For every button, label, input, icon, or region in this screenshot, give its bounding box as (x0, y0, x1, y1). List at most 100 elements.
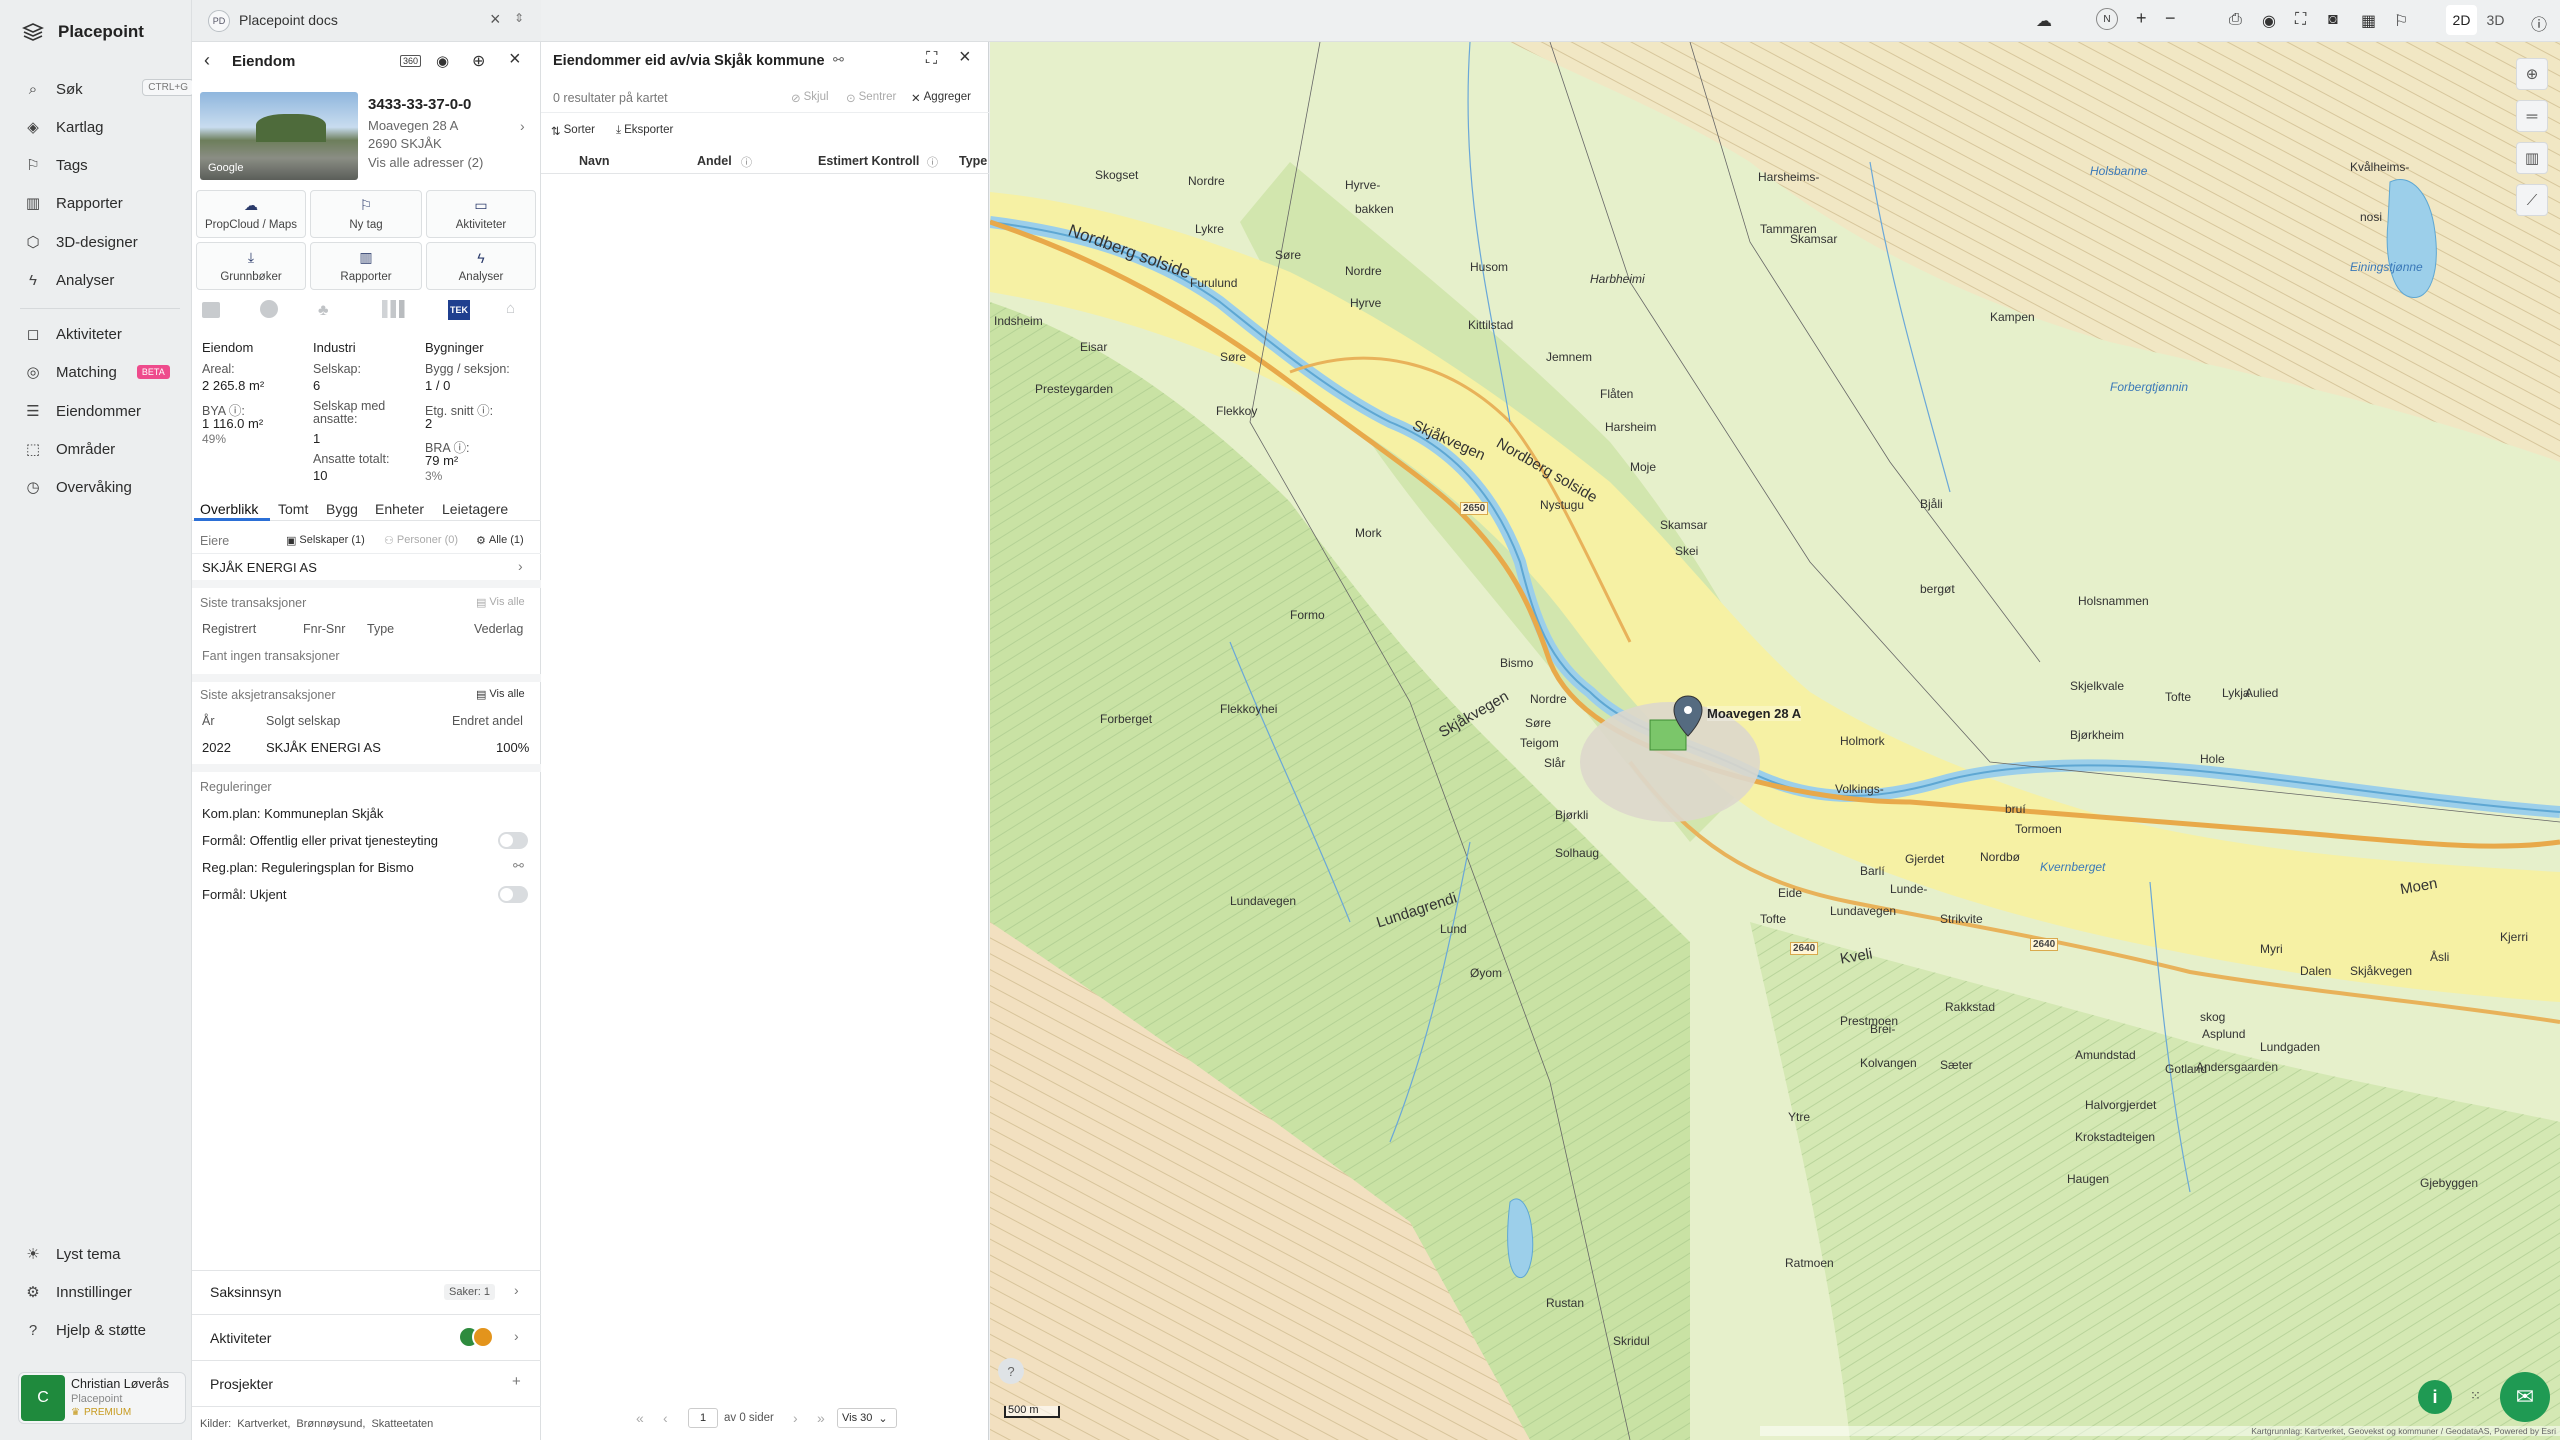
col-andel[interactable]: Andel (697, 154, 732, 168)
mode-2d-button[interactable]: 2D (2446, 5, 2477, 35)
close-icon[interactable]: × (490, 9, 501, 30)
eye-icon[interactable]: ◉ (436, 52, 449, 70)
nav-item-hjelp[interactable]: ? Hjelp & støtte (24, 1318, 184, 1342)
page-size-select[interactable]: Vis 30 ⌄ (837, 1408, 897, 1428)
col-navn[interactable]: Navn (579, 154, 610, 168)
hide-button[interactable]: ⊘ Skjul (791, 91, 829, 105)
nav-item-overvaking[interactable]: ◷ Overvåking (24, 475, 184, 499)
next-page-icon[interactable]: › (793, 1410, 798, 1426)
street-view-image[interactable]: Google (200, 92, 358, 180)
col-type[interactable]: Type (959, 154, 987, 168)
map-select-icon[interactable]: ⊕ (2516, 58, 2548, 90)
export-button[interactable]: ⤓ Eksporter (616, 124, 673, 137)
tab-bygg[interactable]: Bygg (326, 501, 358, 517)
tab-leietagere[interactable]: Leietagere (442, 501, 508, 517)
expand-icon[interactable]: ⛶ (926, 50, 937, 68)
camera-icon[interactable]: ◙ (2328, 11, 2338, 29)
chevron-right-icon[interactable]: › (514, 1282, 519, 1298)
nav-item-matching[interactable]: ◎ Matching BETA (24, 360, 184, 384)
nav-item-omrader[interactable]: ⬚ Områder (24, 437, 184, 461)
eye-icon[interactable]: ◉ (2262, 11, 2276, 31)
aktiviteter-label[interactable]: Aktiviteter (210, 1330, 271, 1346)
chevron-right-icon[interactable]: › (514, 1328, 519, 1344)
link-icon[interactable]: ⚯ (513, 858, 524, 874)
last-page-icon[interactable]: » (817, 1410, 825, 1426)
page-input[interactable]: 1 (688, 1408, 718, 1428)
info-icon[interactable]: ⓘ (2531, 11, 2547, 35)
transactions-show-all[interactable]: ▤ Vis alle (476, 596, 525, 609)
filter-personer[interactable]: ⚇ Personer (0) (384, 534, 458, 547)
new-tag-button[interactable]: ⚐ Ny tag (310, 190, 422, 238)
source-link[interactable]: Skatteetaten (371, 1418, 433, 1430)
tab-overblikk[interactable]: Overblikk (200, 501, 258, 517)
info-bubble-icon[interactable]: i (2418, 1380, 2452, 1414)
nav-item-3d-designer[interactable]: ⬡ 3D-designer (24, 230, 184, 254)
compass-icon[interactable]: N (2096, 8, 2118, 30)
source-link[interactable]: Kartverket, (237, 1418, 290, 1430)
col-estimert-kontroll[interactable]: Estimert Kontroll (818, 154, 919, 168)
sort-button[interactable]: ⇅ Sorter (551, 124, 595, 138)
docs-tab-label[interactable]: Placepoint docs (239, 12, 338, 28)
info-icon[interactable]: ⓘ (927, 154, 938, 170)
close-panel-icon[interactable]: × (509, 48, 521, 71)
nav-item-eiendommer[interactable]: ☰ Eiendommer (24, 399, 184, 423)
3d-view-icon[interactable]: 360 (400, 55, 422, 67)
grunnboker-button[interactable]: ⤓ Grunnbøker (196, 242, 306, 290)
grid-icon[interactable]: ▦ (2361, 11, 2376, 31)
analyses-button[interactable]: ϟ Analyser (426, 242, 536, 290)
map-ruler-icon[interactable]: ═ (2516, 100, 2548, 132)
reports-button[interactable]: ▥ Rapporter (310, 242, 422, 290)
info-icon[interactable]: ⓘ (741, 154, 752, 170)
help-icon[interactable]: ? (998, 1358, 1024, 1384)
toggle-formal-2[interactable] (498, 886, 528, 903)
share-tx-show-all[interactable]: ▤ Vis alle (476, 688, 525, 701)
prev-page-icon[interactable]: ‹ (663, 1410, 668, 1426)
chevron-right-icon[interactable]: › (518, 558, 523, 574)
filter-selskaper[interactable]: ▣ Selskaper (1) (286, 534, 365, 547)
owner-name[interactable]: SKJÅK ENERGI AS (202, 560, 317, 575)
nav-item-lyst-tema[interactable]: ☀ Lyst tema (24, 1242, 184, 1266)
filter-alle[interactable]: ⚙ Alle (1) (476, 534, 524, 547)
toggle-formal-1[interactable] (498, 832, 528, 849)
link-icon[interactable]: ⚯ (833, 52, 844, 68)
chevron-updown-icon[interactable]: ⇕ (514, 11, 524, 25)
aggregate-button[interactable]: ✕ Aggreger (911, 91, 971, 105)
nav-item-analyser[interactable]: ϟ Analyser (24, 268, 184, 292)
tab-enheter[interactable]: Enheter (375, 501, 424, 517)
back-chevron-icon[interactable]: ‹ (204, 50, 210, 71)
mode-3d-button[interactable]: 3D (2480, 5, 2511, 35)
globe-icon[interactable] (260, 300, 278, 318)
print-icon[interactable]: ⎙ (2229, 11, 2242, 29)
show-all-addresses-link[interactable]: Vis alle adresser (2) (368, 155, 483, 170)
map-view[interactable]: Moavegen 28 A 2650 2640 2640 Skogset Nor… (990, 42, 2560, 1440)
house-icon[interactable]: ⌂ (506, 300, 515, 317)
source-link[interactable]: Brønnøysund, (296, 1418, 365, 1430)
bookmark-icon[interactable]: ⚐ (2394, 11, 2408, 31)
chevron-right-icon[interactable]: › (520, 118, 525, 134)
drag-grid-icon[interactable]: ⁙ (2470, 1388, 2481, 1404)
center-button[interactable]: ⊙ Sentrer (846, 91, 896, 105)
fullscreen-icon[interactable]: ⛶ (2295, 11, 2306, 29)
add-circle-icon[interactable]: ⊕ (472, 51, 485, 71)
close-panel-icon[interactable]: × (959, 46, 971, 69)
nav-item-innstillinger[interactable]: ⚙ Innstillinger (24, 1280, 184, 1304)
plant-icon[interactable]: ♣ (318, 302, 329, 320)
saksinnsyn-label[interactable]: Saksinnsyn (210, 1284, 282, 1300)
bars-icon[interactable] (382, 300, 410, 318)
nav-item-tags[interactable]: ⚐ Tags (24, 153, 184, 177)
nav-item-kartlag[interactable]: ◈ Kartlag (24, 115, 184, 139)
activities-button[interactable]: ▭ Aktiviteter (426, 190, 536, 238)
user-card[interactable]: C Christian Løverås Placepoint ♛ PREMIUM (18, 1372, 186, 1424)
map-chart-icon[interactable]: ▥ (2516, 142, 2548, 174)
badge-icon[interactable] (202, 302, 220, 318)
chat-bubble-icon[interactable]: ✉ (2500, 1372, 2550, 1422)
marker-label[interactable]: Moavegen 28 A (1707, 706, 1802, 721)
nav-item-aktiviteter[interactable]: ◻ Aktiviteter (24, 322, 184, 346)
zoom-in-icon[interactable]: + (2136, 8, 2147, 29)
prosjekter-label[interactable]: Prosjekter (210, 1376, 273, 1392)
tek-badge[interactable]: TEK (448, 300, 470, 320)
nav-item-rapporter[interactable]: ▥ Rapporter (24, 191, 184, 215)
propcloud-button[interactable]: ☁ PropCloud / Maps (196, 190, 306, 238)
map-profile-icon[interactable]: ⟋ (2516, 184, 2548, 216)
tab-tomt[interactable]: Tomt (278, 501, 308, 517)
